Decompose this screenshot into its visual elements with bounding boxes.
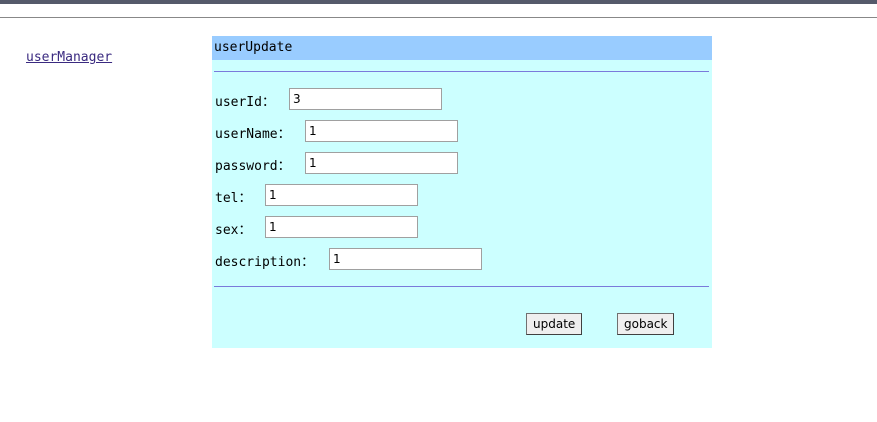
top-divider bbox=[0, 17, 877, 18]
user-manager-link[interactable]: userManager bbox=[26, 50, 112, 65]
tel-label: tel： bbox=[215, 191, 252, 206]
description-label: description： bbox=[215, 255, 315, 270]
userid-label: userId： bbox=[215, 95, 275, 110]
user-update-panel: userUpdate userId： userName： password： t… bbox=[212, 36, 712, 348]
tel-field[interactable] bbox=[265, 184, 418, 206]
divider-top bbox=[214, 71, 709, 72]
update-button[interactable]: update bbox=[526, 313, 583, 335]
userid-field[interactable] bbox=[289, 88, 442, 110]
top-banner bbox=[0, 0, 877, 4]
sex-label: sex： bbox=[215, 223, 252, 238]
username-label: userName： bbox=[215, 127, 291, 142]
goback-button[interactable]: goback bbox=[617, 313, 675, 335]
description-field[interactable] bbox=[329, 248, 482, 270]
panel-title: userUpdate bbox=[212, 36, 712, 60]
sex-field[interactable] bbox=[265, 216, 418, 238]
password-label: password： bbox=[215, 159, 291, 174]
divider-bottom bbox=[214, 286, 709, 287]
username-field[interactable] bbox=[305, 120, 458, 142]
password-field[interactable] bbox=[305, 152, 458, 174]
